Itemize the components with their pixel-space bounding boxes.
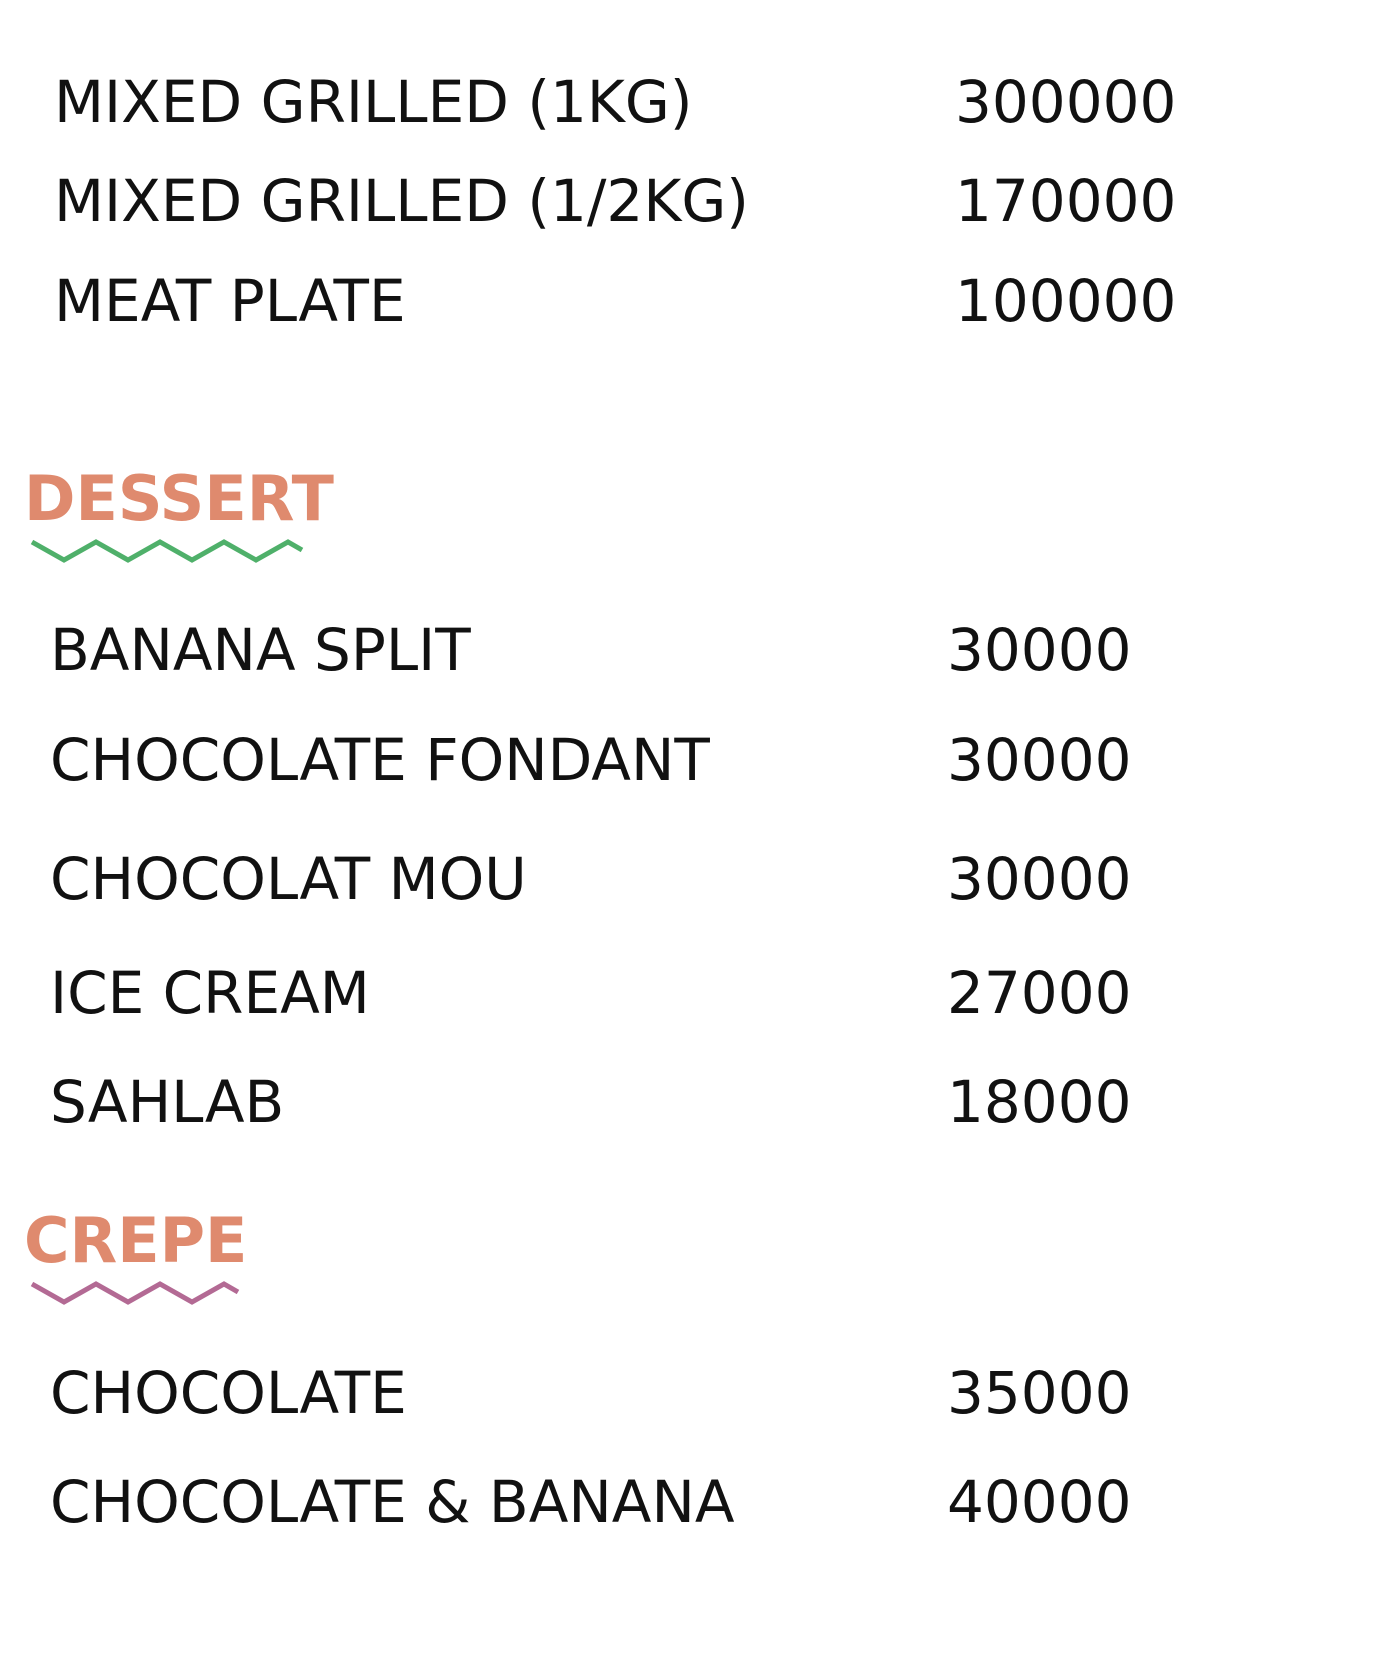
menu-item-name: MIXED GRILLED (1/2KG): [54, 167, 749, 235]
menu-item-name: CHOCOLATE & BANANA: [50, 1468, 735, 1536]
menu-item-name: BANANA SPLIT: [50, 616, 471, 684]
menu-item-price: 100000: [955, 267, 1177, 335]
menu-item-price: 300000: [955, 68, 1177, 136]
menu-item-price: 35000: [947, 1359, 1132, 1427]
menu-item-name: MIXED GRILLED (1KG): [54, 68, 693, 136]
dessert-squiggle-divider: [30, 539, 304, 563]
menu-item-name: CHOCOLATE: [50, 1359, 407, 1427]
menu-item-price: 40000: [947, 1468, 1132, 1536]
section-title-crepe: CREPE: [24, 1204, 248, 1277]
menu-item-price: 170000: [955, 167, 1177, 235]
menu-item-price: 30000: [947, 616, 1132, 684]
menu-item-name: ICE CREAM: [50, 959, 370, 1027]
menu-item-name: SAHLAB: [50, 1068, 285, 1136]
menu-item-price: 18000: [947, 1068, 1132, 1136]
menu-item-name: CHOCOLATE FONDANT: [50, 726, 710, 794]
menu-item-price: 30000: [947, 845, 1132, 913]
menu-item-name: MEAT PLATE: [54, 267, 406, 335]
menu-item-price: 30000: [947, 726, 1132, 794]
section-title-dessert: DESSERT: [24, 462, 334, 535]
menu-item-price: 27000: [947, 959, 1132, 1027]
crepe-squiggle-divider: [30, 1281, 240, 1305]
menu-item-name: CHOCOLAT MOU: [50, 845, 527, 913]
